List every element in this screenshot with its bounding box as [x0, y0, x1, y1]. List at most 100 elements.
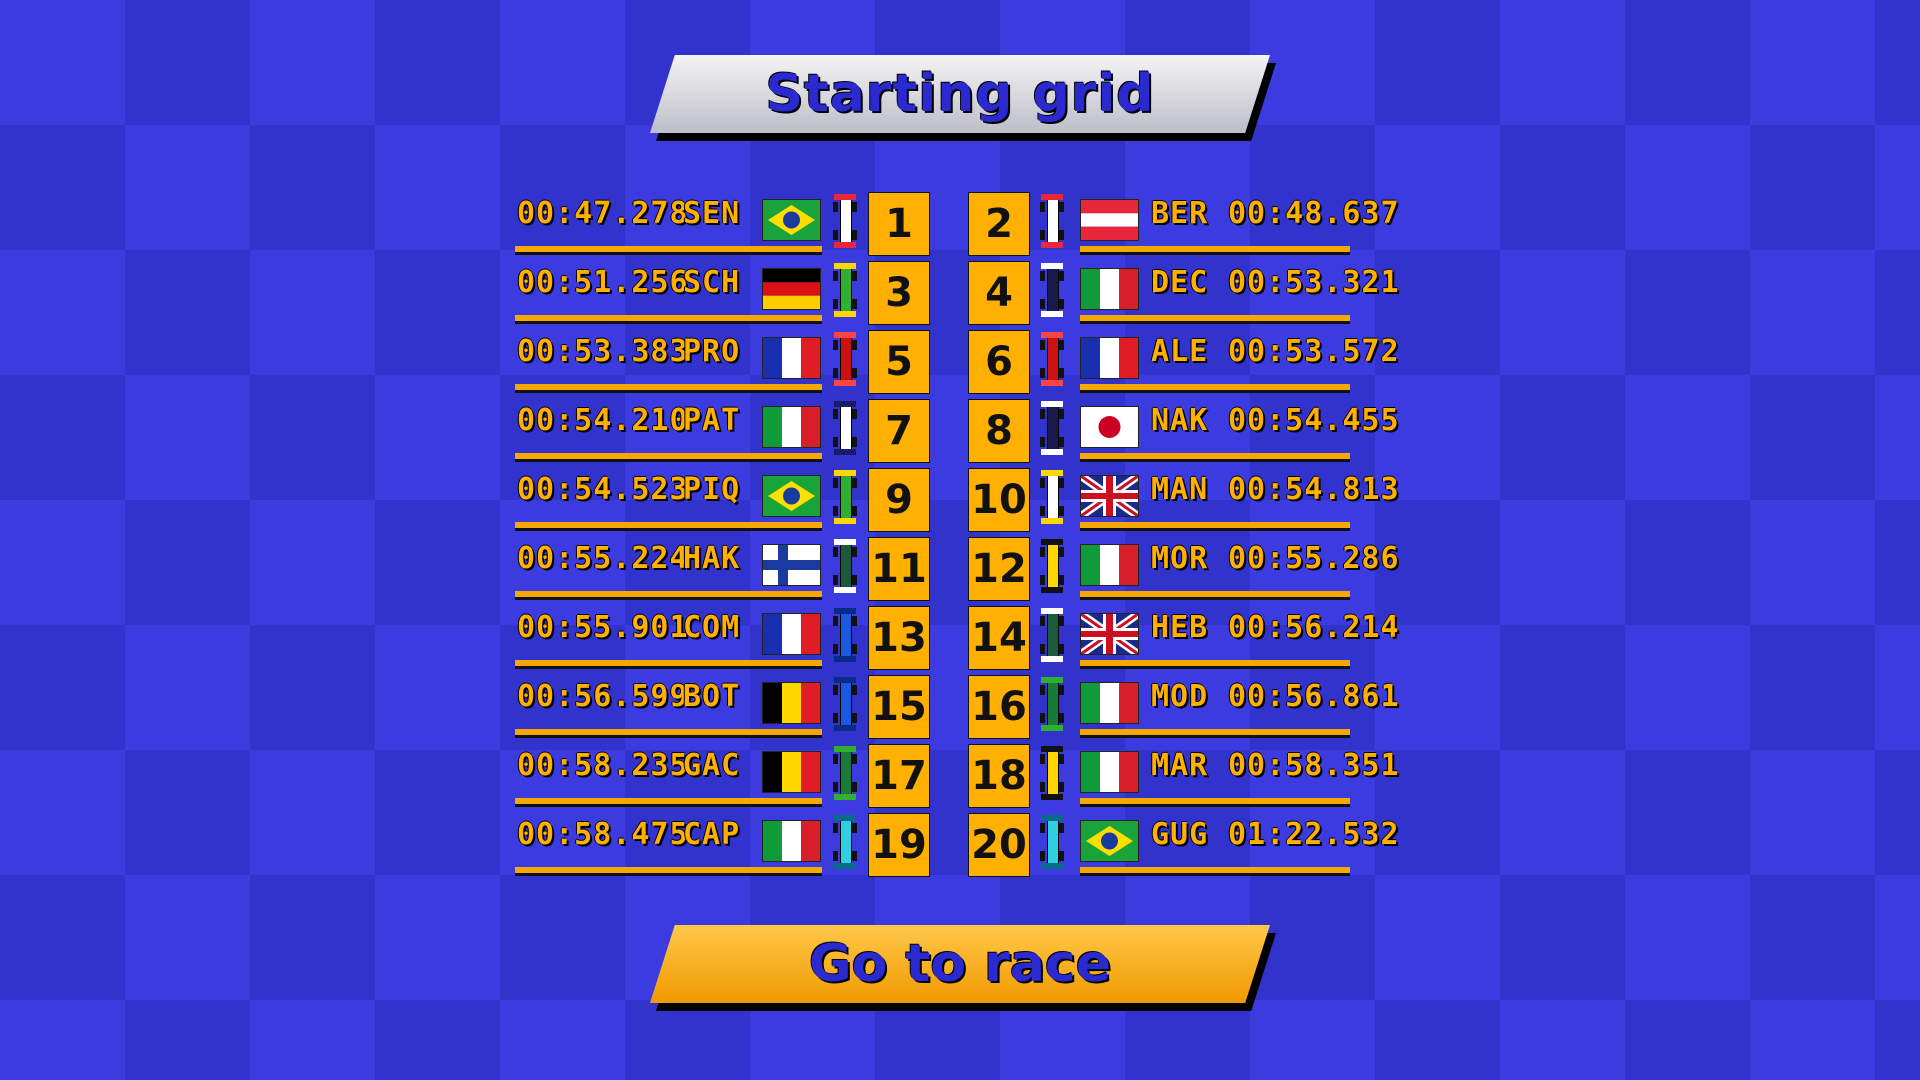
lap-time: 00:55.286 — [1228, 541, 1400, 576]
driver-code: SEN — [683, 196, 741, 231]
race-car-icon — [833, 192, 857, 250]
italy-flag-icon — [762, 820, 821, 862]
germany-flag-icon — [762, 268, 821, 310]
italy-flag-icon — [1080, 751, 1139, 793]
lap-time: 00:48.637 — [1228, 196, 1400, 231]
lap-time: 00:54.523 — [517, 472, 689, 507]
lap-time: 00:53.321 — [1228, 265, 1400, 300]
slot-underline — [515, 384, 822, 390]
uk-flag-icon — [1080, 613, 1139, 655]
grid-slot: 00:56.214 HEB 14 — [965, 606, 1399, 670]
lap-time: 00:51.256 — [517, 265, 689, 300]
grid-position: 5 — [868, 330, 930, 394]
grid-position: 1 — [868, 192, 930, 256]
austria-flag-icon — [1080, 199, 1139, 241]
race-car-icon — [833, 813, 857, 871]
go-to-race-label: Go to race — [808, 934, 1112, 994]
belgium-flag-icon — [762, 682, 821, 724]
slot-underline — [1080, 315, 1350, 321]
lap-time: 00:56.861 — [1228, 679, 1400, 714]
driver-code: MAR — [1151, 748, 1209, 783]
slot-underline — [1080, 591, 1350, 597]
lap-time: 00:53.572 — [1228, 334, 1400, 369]
italy-flag-icon — [1080, 268, 1139, 310]
grid-slot: 00:58.235 GAC 17 — [515, 744, 930, 808]
driver-code: COM — [683, 610, 741, 645]
grid-position: 17 — [868, 744, 930, 808]
race-car-icon — [833, 399, 857, 457]
grid-position: 14 — [968, 606, 1030, 670]
grid-position: 13 — [868, 606, 930, 670]
driver-code: GUG — [1151, 817, 1209, 852]
grid-position: 11 — [868, 537, 930, 601]
driver-code: HAK — [683, 541, 741, 576]
slot-underline — [515, 867, 822, 873]
france-flag-icon — [1080, 337, 1139, 379]
grid-position: 9 — [868, 468, 930, 532]
slot-underline — [515, 660, 822, 666]
lap-time: 00:55.901 — [517, 610, 689, 645]
go-to-race-button[interactable]: Go to race — [650, 925, 1276, 1011]
grid-slot: 00:56.861 MOD 16 — [965, 675, 1399, 739]
driver-code: PIQ — [683, 472, 741, 507]
lap-time: 00:56.599 — [517, 679, 689, 714]
italy-flag-icon — [1080, 682, 1139, 724]
grid-slot: 00:53.572 ALE 6 — [965, 330, 1399, 394]
grid-position: 15 — [868, 675, 930, 739]
grid-position: 8 — [968, 399, 1030, 463]
race-car-icon — [833, 606, 857, 664]
grid-position: 6 — [968, 330, 1030, 394]
grid-slot: 00:58.351 MAR 18 — [965, 744, 1399, 808]
race-car-icon — [1040, 813, 1064, 871]
race-car-icon — [1040, 537, 1064, 595]
grid-position: 10 — [968, 468, 1030, 532]
grid-slot: 00:51.256 SCH 3 — [515, 261, 930, 325]
lap-time: 00:55.224 — [517, 541, 689, 576]
lap-time: 01:22.532 — [1228, 817, 1400, 852]
slot-underline — [515, 453, 822, 459]
driver-code: BOT — [683, 679, 741, 714]
japan-flag-icon — [1080, 406, 1139, 448]
starting-grid: 00:47.278 SEN 1 00:48.637 BER 2 00:51.256 SCH… — [0, 0, 1920, 1080]
race-car-icon — [833, 744, 857, 802]
grid-slot: 00:56.599 BOT 15 — [515, 675, 930, 739]
belgium-flag-icon — [762, 751, 821, 793]
driver-code: BER — [1151, 196, 1209, 231]
grid-slot: 00:54.210 PAT 7 — [515, 399, 930, 463]
driver-code: CAP — [683, 817, 741, 852]
lap-time: 00:47.278 — [517, 196, 689, 231]
grid-slot: 00:53.321 DEC 4 — [965, 261, 1399, 325]
lap-time: 00:58.475 — [517, 817, 689, 852]
grid-slot: 01:22.532 GUG 20 — [965, 813, 1399, 877]
slot-underline — [1080, 522, 1350, 528]
race-car-icon — [1040, 468, 1064, 526]
italy-flag-icon — [762, 406, 821, 448]
race-car-icon — [1040, 330, 1064, 388]
brazil-flag-icon — [762, 199, 821, 241]
uk-flag-icon — [1080, 475, 1139, 517]
lap-time: 00:56.214 — [1228, 610, 1400, 645]
grid-position: 18 — [968, 744, 1030, 808]
race-car-icon — [833, 330, 857, 388]
driver-code: MOR — [1151, 541, 1209, 576]
italy-flag-icon — [1080, 544, 1139, 586]
race-car-icon — [833, 468, 857, 526]
lap-time: 00:54.455 — [1228, 403, 1400, 438]
grid-position: 7 — [868, 399, 930, 463]
slot-underline — [1080, 246, 1350, 252]
race-car-icon — [1040, 261, 1064, 319]
race-car-icon — [1040, 192, 1064, 250]
grid-position: 2 — [968, 192, 1030, 256]
brazil-flag-icon — [762, 475, 821, 517]
driver-code: PAT — [683, 403, 741, 438]
driver-code: PRO — [683, 334, 741, 369]
grid-position: 3 — [868, 261, 930, 325]
finland-flag-icon — [762, 544, 821, 586]
grid-position: 19 — [868, 813, 930, 877]
grid-slot: 00:54.455 NAK 8 — [965, 399, 1399, 463]
race-car-icon — [1040, 744, 1064, 802]
grid-position: 16 — [968, 675, 1030, 739]
race-car-icon — [833, 675, 857, 733]
race-car-icon — [1040, 675, 1064, 733]
driver-code: MOD — [1151, 679, 1209, 714]
